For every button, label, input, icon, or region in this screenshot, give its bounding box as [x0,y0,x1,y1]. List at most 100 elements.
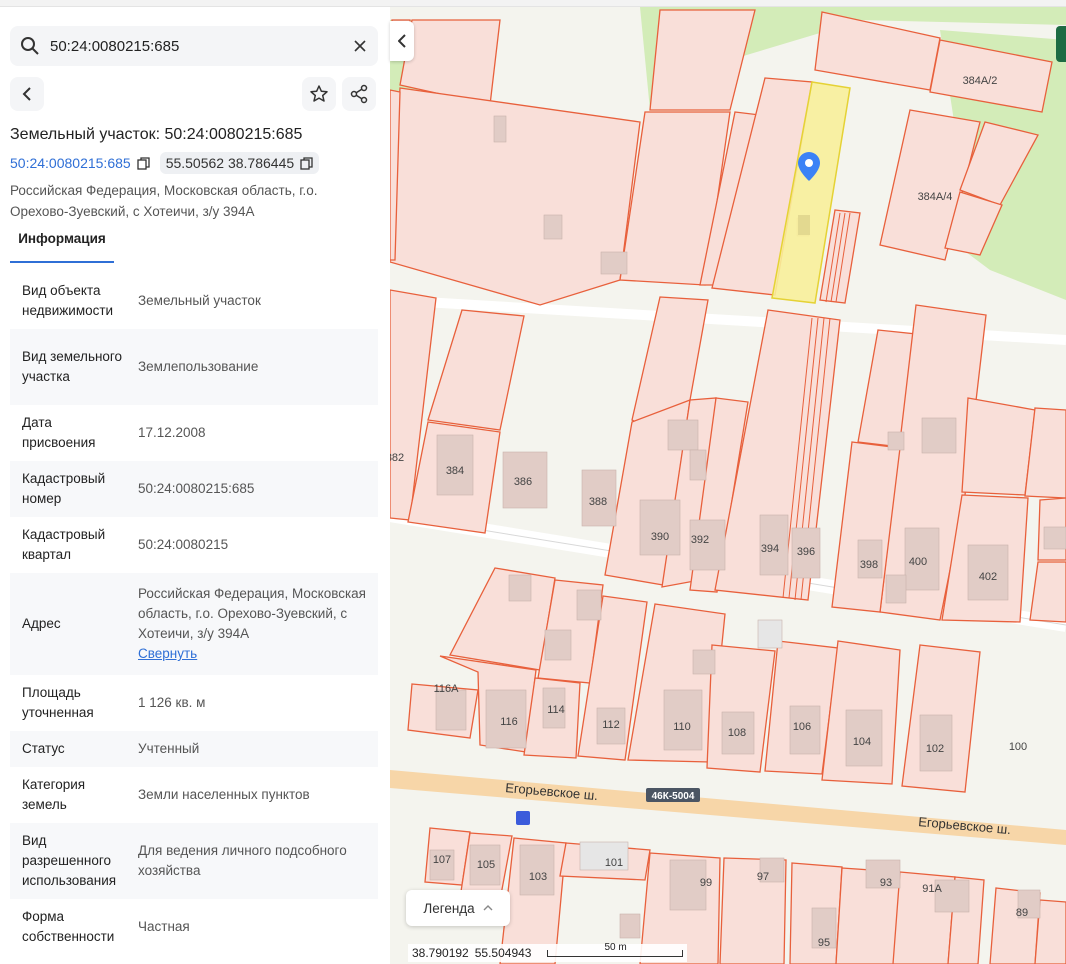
row-value: Земли населенных пунктов [138,787,310,802]
parcel-label: 384 [446,465,464,477]
parcel-label: 108 [728,727,746,739]
collapse-panel-button[interactable] [390,21,414,61]
parcel-label: 101 [605,857,623,869]
cadastral-map[interactable]: 384А/2 384А/4 384 386 388 390 392 394 39… [390,7,1066,964]
tab-info[interactable]: Информация [10,231,114,263]
row-key: Категория земель [22,777,86,812]
road-code: 46К-5004 [652,791,695,802]
table-row: Площадь уточненная 1 126 кв. м [10,675,378,731]
parcel-label: 103 [529,871,547,883]
table-row: Вид земельного участка Землепользование [10,329,378,405]
cadastral-number-chip[interactable]: 50:24:0080215:685 [10,155,150,171]
row-key: Вид разрешенного использования [22,833,117,888]
row-value: Земельный участок [138,293,261,308]
favorite-button[interactable] [302,77,336,111]
parcel-label: 114 [547,704,565,716]
parcel-label: 112 [602,719,620,731]
copy-icon[interactable] [300,156,313,170]
parcel[interactable] [814,11,941,91]
row-value: 1 126 кв. м [138,695,206,710]
parcel-label: 102 [926,743,944,755]
parcel-label: 400 [909,556,927,568]
row-key: Дата присвоения [22,415,96,450]
parcel-label: 99 [700,877,712,889]
row-key: Кадастровый номер [22,471,106,506]
building [798,215,810,235]
row-value: Российская Федерация, Московская область… [126,584,378,664]
identifier-row: 50:24:0080215:685 55.50562 38.786445 [10,152,320,174]
collapse-link[interactable]: Свернуть [138,644,368,664]
parcel-label: 110 [673,721,691,733]
row-key: Форма собственности [22,909,115,944]
close-icon[interactable] [342,40,378,52]
parcel-label: 106 [793,721,811,733]
row-key: Адрес [22,616,61,631]
table-row: Кадастровый номер 50:24:0080215:685 [10,461,378,517]
parcel[interactable] [961,397,1036,496]
parcel-label: 100 [1009,741,1027,753]
row-key: Кадастровый квартал [22,527,106,562]
chevron-left-icon [398,34,406,48]
search-icon [10,36,50,56]
back-button[interactable] [10,77,44,111]
scale-bar: 50 m [547,942,684,957]
map-status-bar: 38.790192 55.504943 50 m [408,942,688,962]
row-value: Землепользование [138,359,259,374]
row-value: 17.12.2008 [138,425,206,440]
row-key: Площадь уточненная [22,685,94,720]
address-value: Российская Федерация, Московская область… [138,586,366,641]
parcel-label: 107 [433,854,451,866]
address-summary: Российская Федерация, Московская область… [10,183,318,219]
table-row: Дата присвоения 17.12.2008 [10,405,378,461]
parcel-label: 386 [514,476,532,488]
parcel-label: 104 [853,736,871,748]
chevron-up-icon [483,905,493,911]
parcel-label: 97 [757,871,769,883]
parcel-label: 105 [477,859,495,871]
parcel[interactable] [649,9,756,111]
share-button[interactable] [342,77,376,111]
parcel-label: 384А/2 [963,75,998,87]
row-key: Вид земельного участка [22,349,123,384]
parcel[interactable] [1029,561,1066,623]
row-value: Учтенный [138,741,200,756]
coordinates-chip[interactable]: 55.50562 38.786445 [159,152,320,174]
cursor-latitude: 55.504943 [474,946,532,960]
row-value: 50:24:0080215:685 [138,481,255,496]
row-value: Для ведения личного подсобного хозяйства [138,843,347,878]
parcel-label: 402 [979,571,997,583]
parcel-label: 95 [818,937,830,949]
legend-label: Легенда [423,900,475,916]
parcel-label: 394 [761,543,779,555]
table-row: Вид объекта недвижимости Земельный участ… [10,273,378,329]
cadastral-number-link[interactable]: 50:24:0080215:685 [10,155,131,171]
chevron-left-icon [22,87,31,101]
copy-icon[interactable] [137,156,150,170]
info-panel: 50:24:0080215:685 Земельный участок: 50:… [0,7,390,964]
star-icon [310,85,328,102]
cursor-longitude: 38.790192 [412,946,469,960]
parcel-label: 384А/4 [918,191,953,203]
table-row: Категория земель Земли населенных пункто… [10,767,378,823]
parcel[interactable] [449,567,556,671]
table-row: Статус Учтенный [10,731,378,767]
table-row: Вид разрешенного использования Для веден… [10,823,378,899]
top-strip [0,0,1066,7]
row-key: Вид объекта недвижимости [22,283,114,318]
share-icon [350,84,368,104]
row-value: Частная [138,919,190,934]
legend-button[interactable]: Легенда [406,890,510,926]
bus-stop-icon [516,811,530,825]
row-key: Статус [22,741,65,756]
parcel[interactable] [427,309,525,431]
parcel-label: 390 [651,531,669,543]
search-box[interactable]: 50:24:0080215:685 [10,26,378,66]
search-input[interactable]: 50:24:0080215:685 [50,38,342,55]
page-title: Земельный участок: 50:24:0080215:685 [10,126,303,143]
map-canvas[interactable]: 384А/2 384А/4 384 386 388 390 392 394 39… [390,7,1066,964]
parcel-label: 89 [1016,907,1028,919]
parcel-label: 116А [434,683,460,695]
parcel-label: 388 [589,496,607,508]
parcel-label: 398 [860,559,878,571]
layers-button[interactable] [1056,26,1066,62]
